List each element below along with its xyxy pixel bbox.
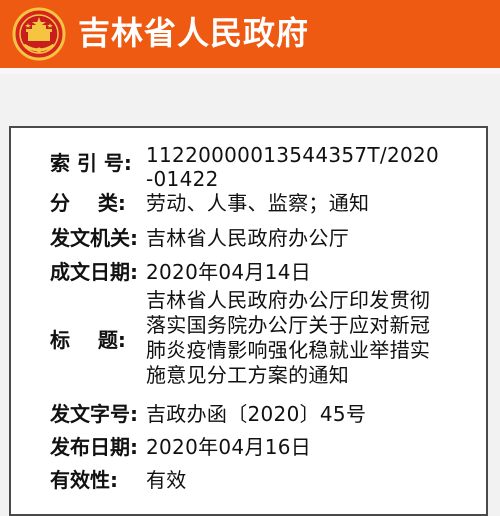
header-divider (0, 68, 500, 74)
issuing-org-value: 吉林省人民政府办公厅 (146, 226, 349, 250)
document-no-value: 吉政办函〔2020〕45号 (146, 402, 367, 426)
category-label: 分 类: (50, 191, 126, 215)
validity-value: 有效 (146, 468, 187, 492)
index-no-label: 索 引 号: (50, 151, 132, 175)
document-no-label: 发文字号: (50, 402, 138, 426)
publish-date-value: 2020年04月16日 (146, 435, 312, 459)
site-header: 吉林省人民政府 (0, 0, 500, 68)
category-value: 劳动、人事、监察；通知 (146, 191, 370, 215)
publish-date-label: 发布日期: (50, 435, 138, 459)
creation-date-value: 2020年04月14日 (146, 260, 312, 284)
title-label: 标 题: (50, 328, 126, 352)
title-value: 吉林省人民政府办公厅印发贯彻落实国务院办公厅关于应对新冠肺炎疫情影响强化稳就业举… (146, 288, 431, 387)
site-title: 吉林省人民政府 (78, 14, 310, 52)
validity-label: 有效性: (50, 468, 118, 492)
issuing-org-label: 发文机关: (50, 226, 138, 250)
national-emblem-icon (12, 7, 66, 61)
creation-date-label: 成文日期: (50, 260, 138, 284)
index-no-value: 11220000013544357T/2020-01422 (146, 143, 440, 191)
